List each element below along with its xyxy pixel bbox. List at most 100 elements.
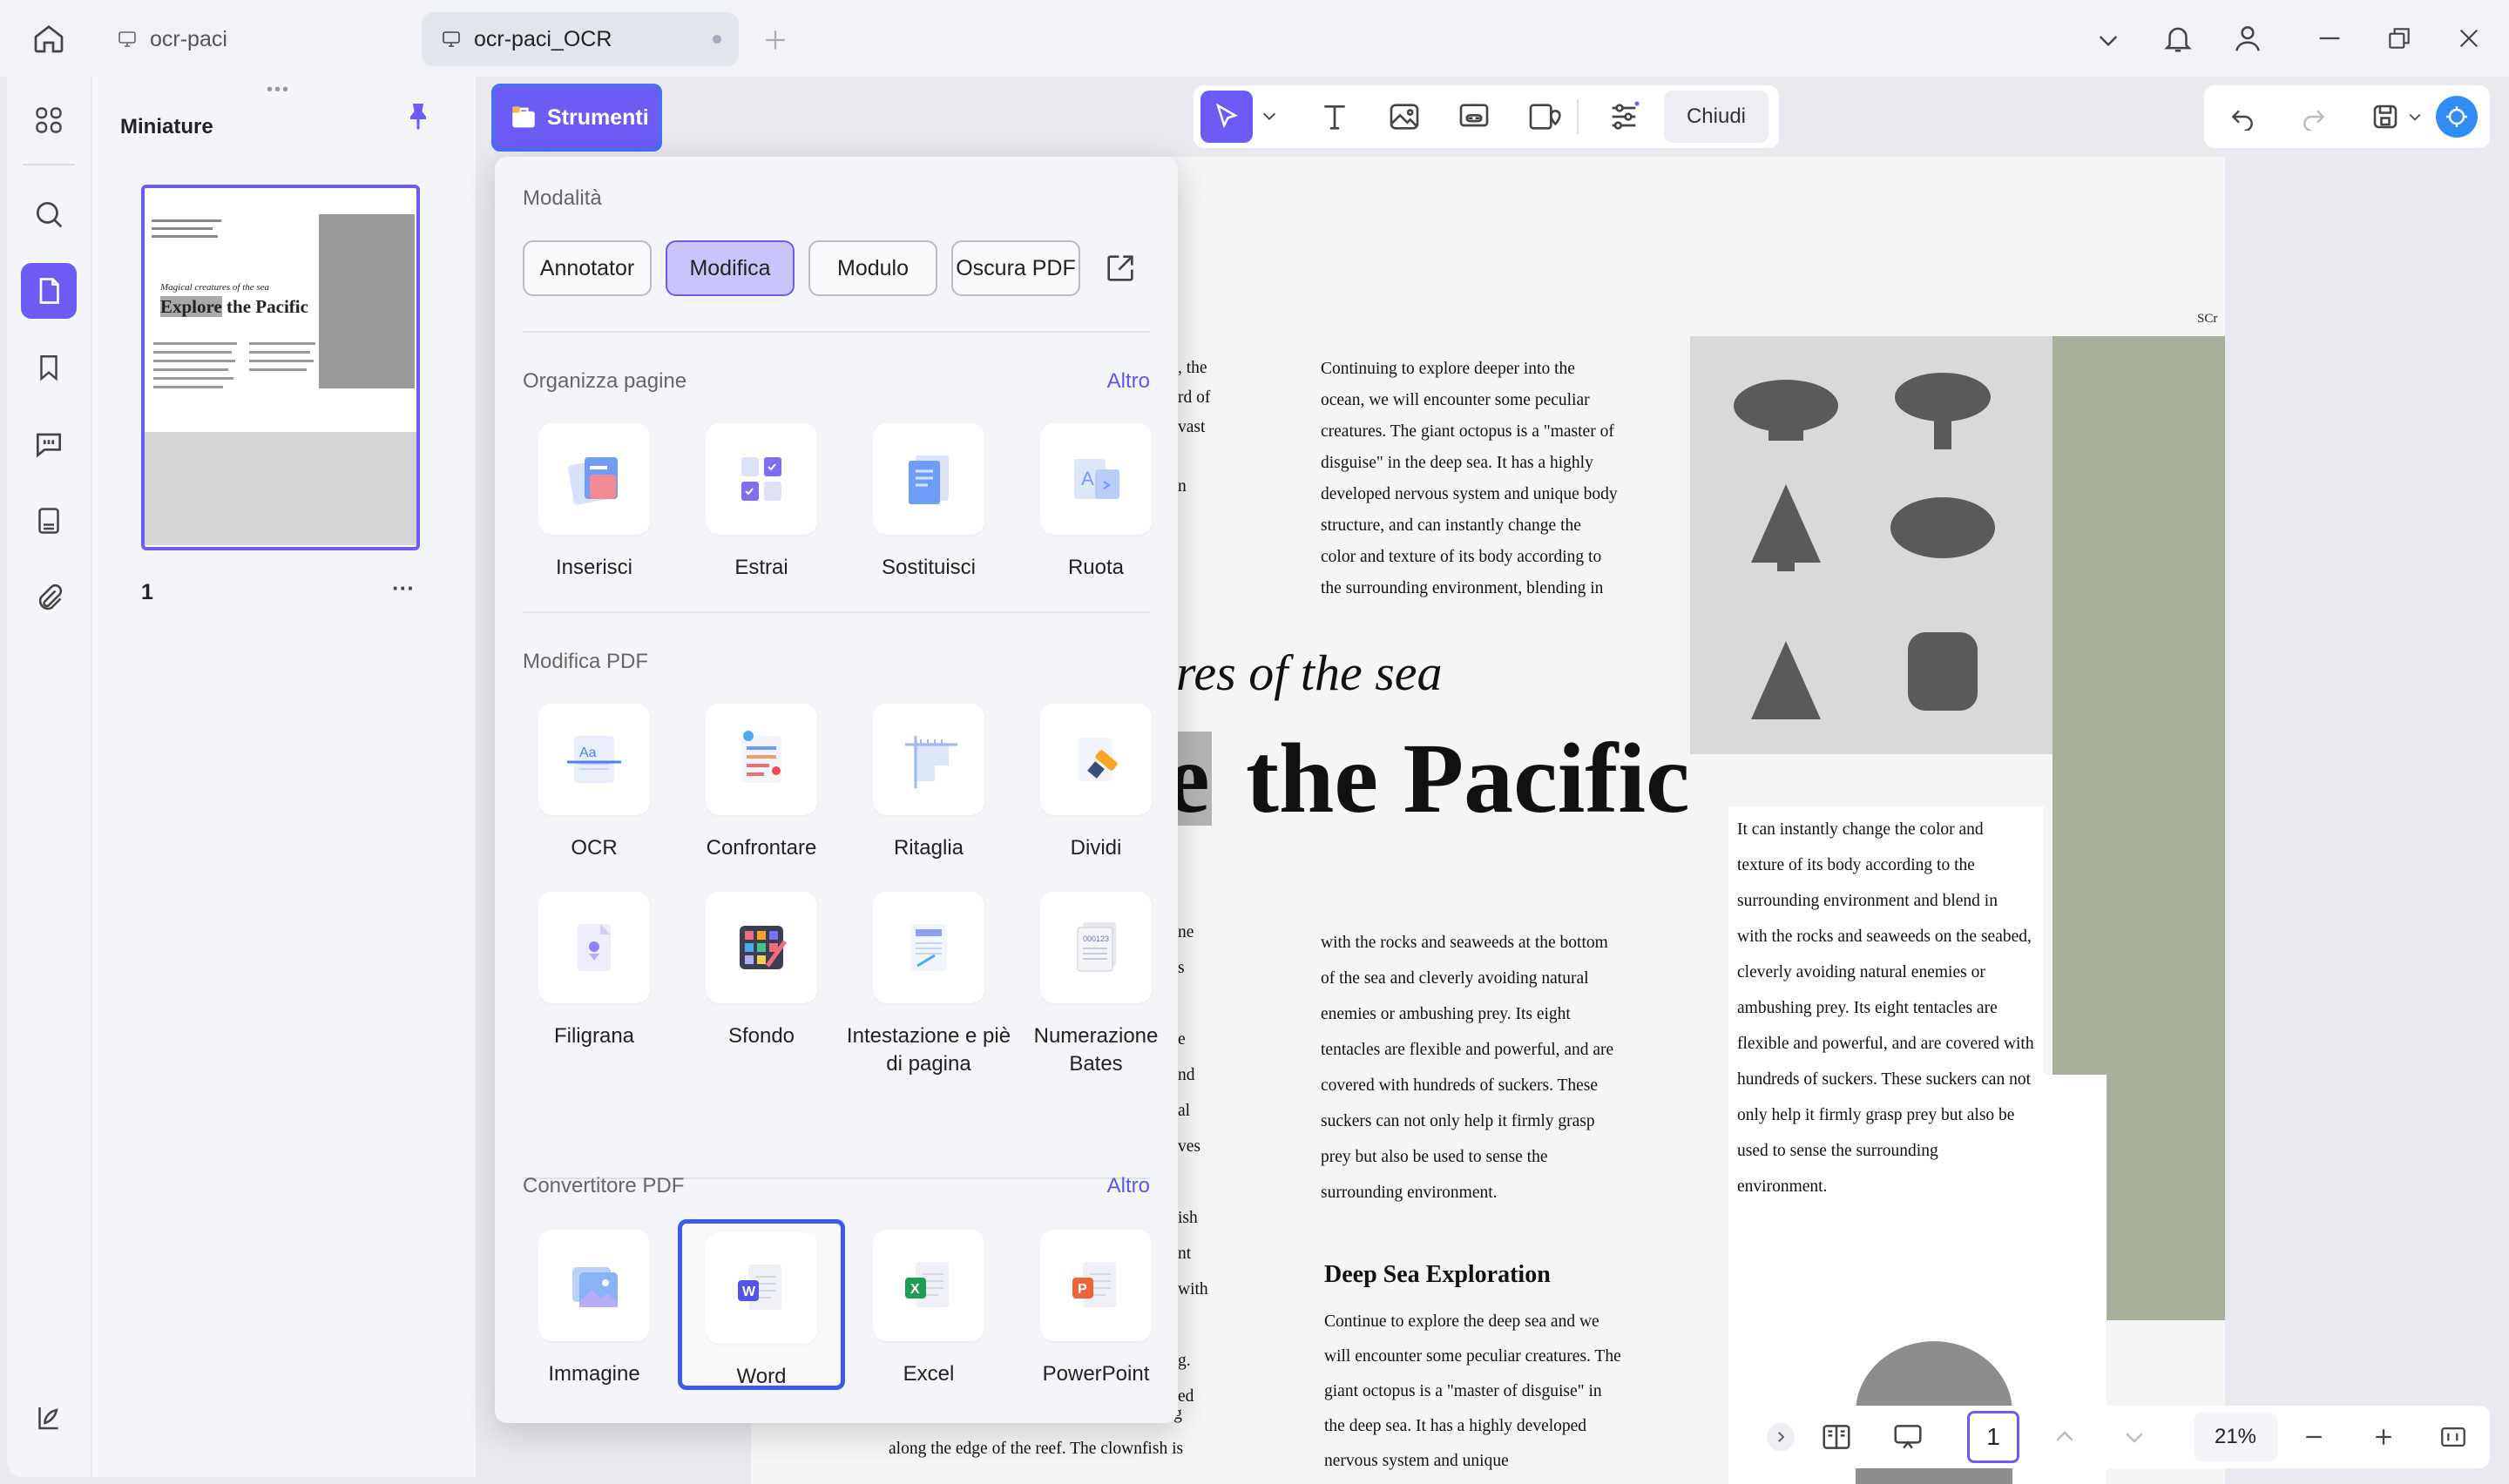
properties-sliders-icon[interactable] (1605, 98, 1643, 136)
home-icon[interactable] (30, 19, 68, 57)
tool-intestazione[interactable]: Intestazione e piè di pagina (845, 892, 1012, 1078)
left-rail (7, 77, 91, 1477)
convert-more-link[interactable]: Altro (1107, 1174, 1150, 1198)
form-field-icon[interactable] (21, 493, 77, 549)
redo-icon[interactable] (2295, 98, 2333, 136)
tool-sfondo[interactable]: Sfondo (678, 892, 845, 1050)
actual-size-icon[interactable] (2434, 1418, 2472, 1456)
new-tab-plus-icon[interactable] (756, 21, 795, 59)
minimize-icon[interactable] (2310, 19, 2349, 57)
tool-convert-immagine[interactable]: Immagine (511, 1230, 678, 1388)
unsaved-dot (713, 35, 721, 44)
mode-annotator-button[interactable]: Annotator (523, 240, 652, 296)
svg-text:Aa: Aa (579, 745, 597, 760)
apps-grid-icon[interactable] (21, 92, 77, 148)
tool-convert-word[interactable]: W Word (678, 1219, 845, 1390)
page-thumbnail[interactable]: Magical creatures of the sea Explore the… (141, 185, 420, 550)
restore-window-icon[interactable] (2380, 19, 2418, 57)
presentation-icon[interactable] (1889, 1418, 1927, 1456)
tool-confrontare[interactable]: Confrontare (678, 704, 845, 862)
text-line: with the rocks and seaweeds on the seabe… (1737, 928, 2032, 946)
tab-ocr-paci-ocr[interactable]: ocr-paci_OCR (422, 12, 739, 66)
tool-estrai[interactable]: Estrai (678, 423, 845, 582)
close-edit-button[interactable]: Chiudi (1664, 91, 1768, 143)
strumenti-button[interactable]: Strumenti (491, 84, 662, 152)
text-line: texture of its body according to the (1737, 856, 1975, 874)
location-tool-icon[interactable] (1525, 98, 1563, 136)
tool-sostituisci[interactable]: Sostituisci (845, 423, 1012, 582)
tool-numerazione-bates[interactable]: 000123 Numerazione Bates (1012, 892, 1180, 1078)
text-tool-icon[interactable] (1315, 98, 1354, 136)
thumb-subtitle: Magical creatures of the sea (160, 282, 270, 293)
text-line: covered with hundreds of suckers. These (1321, 1076, 1599, 1095)
collapse-chevron-icon[interactable] (1767, 1423, 1795, 1451)
tool-label: Inserisci (555, 556, 633, 579)
text-line: ne (1178, 923, 1194, 941)
bell-icon[interactable] (2159, 19, 2197, 57)
tool-label: Sfondo (727, 1024, 795, 1048)
image-tool-icon[interactable] (1385, 98, 1424, 136)
page-layout-icon[interactable] (1817, 1418, 1856, 1456)
tool-ruota[interactable]: A Ruota (1012, 423, 1180, 582)
pages-thumbnail-icon[interactable] (21, 263, 77, 319)
pin-icon[interactable] (402, 101, 434, 132)
drag-handle[interactable]: ••• (267, 80, 290, 100)
chevron-down-icon[interactable] (1260, 106, 1279, 125)
tool-ritaglia[interactable]: Ritaglia (845, 704, 1012, 862)
chevron-down-icon[interactable] (2406, 108, 2424, 125)
tool-inserisci[interactable]: Inserisci (511, 423, 678, 582)
thumb-coral-image (319, 214, 415, 388)
text-line: disguise" in the deep sea. It has a high… (1321, 454, 1593, 472)
organize-more-link[interactable]: Altro (1107, 369, 1150, 394)
text-line: vast (1178, 418, 1206, 436)
tool-convert-powerpoint[interactable]: P PowerPoint (1012, 1230, 1180, 1388)
ai-assistant-icon[interactable] (2436, 96, 2478, 138)
extract-pages-icon (741, 457, 781, 501)
mode-oscura-pdf-button[interactable]: Oscura PDF (951, 240, 1080, 296)
thumb-title: Explore the Pacific (160, 296, 308, 318)
text-line (1178, 1164, 1208, 1200)
text-line: al (1178, 1102, 1191, 1120)
panel-title: Miniature (120, 115, 213, 138)
tool-label: Ritaglia (893, 836, 964, 860)
select-tool-button[interactable] (1200, 91, 1253, 143)
current-page-input[interactable]: 1 (1967, 1411, 2019, 1463)
more-options-icon[interactable]: ··· (392, 575, 415, 602)
undo-icon[interactable] (2223, 98, 2262, 136)
user-icon[interactable] (2228, 19, 2267, 57)
tab-ocr-paci[interactable]: ocr-paci (98, 12, 411, 66)
text-line: will encounter some peculiar creatures. … (1324, 1347, 1621, 1366)
mode-modifica-button[interactable]: Modifica (666, 240, 795, 296)
panel-divider (523, 611, 1150, 613)
sidebar-theme-icon[interactable] (21, 1390, 77, 1446)
previous-page-icon[interactable] (2046, 1418, 2084, 1456)
link-tool-icon[interactable] (1455, 98, 1493, 136)
bookmark-icon[interactable] (21, 340, 77, 395)
replace-pages-icon (909, 455, 949, 504)
open-external-icon[interactable] (1101, 249, 1140, 287)
tool-ocr[interactable]: Aa OCR (511, 704, 678, 862)
text-line: with the rocks and seaweeds at the botto… (1321, 934, 1608, 952)
tool-dividi[interactable]: Dividi (1012, 704, 1180, 862)
next-page-icon[interactable] (2115, 1418, 2154, 1456)
svg-text:P: P (1078, 1282, 1087, 1297)
chevron-down-icon[interactable] (2089, 21, 2127, 59)
thumbnails-panel: ••• Miniature Magical creatures of the s… (92, 77, 476, 1477)
close-window-icon[interactable] (2450, 19, 2488, 57)
text-line: ocean, we will encounter some peculiar (1321, 391, 1590, 409)
mode-modulo-button[interactable]: Modulo (808, 240, 937, 296)
tool-convert-excel[interactable]: X Excel (845, 1230, 1012, 1388)
attachment-icon[interactable] (21, 570, 77, 625)
search-icon[interactable] (21, 186, 77, 242)
text-line: the surrounding environment, blending in (1321, 579, 1604, 597)
zoom-level[interactable]: 21% (2194, 1413, 2277, 1461)
rail-divider (23, 164, 75, 165)
comment-icon[interactable] (21, 416, 77, 472)
svg-text:A: A (1081, 468, 1094, 489)
tool-filigrana[interactable]: Filigrana (511, 892, 678, 1050)
zoom-in-icon[interactable] (2364, 1418, 2403, 1456)
tool-label: Dividi (1070, 836, 1122, 860)
save-icon[interactable] (2366, 98, 2404, 136)
tool-label: Estrai (734, 556, 788, 579)
zoom-out-icon[interactable] (2295, 1418, 2333, 1456)
